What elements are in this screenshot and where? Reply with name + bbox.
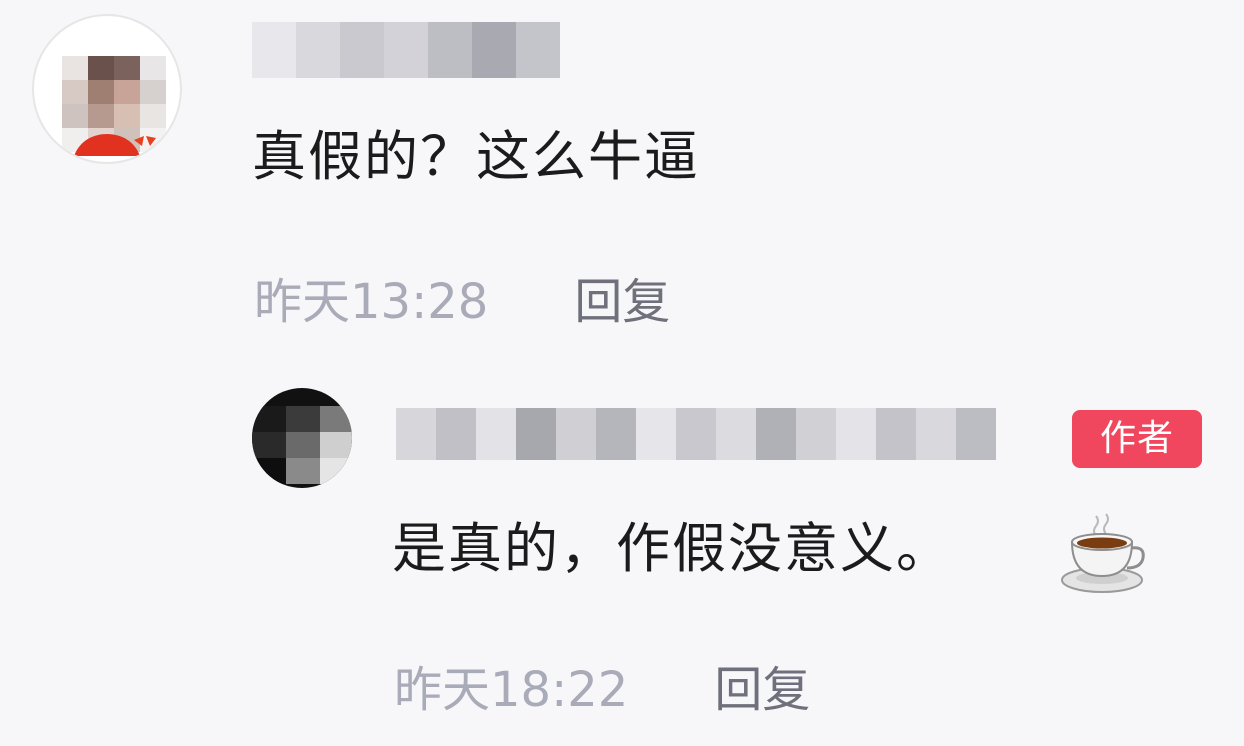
timestamp: 昨天18:22 <box>394 662 629 718</box>
username-pixelated[interactable] <box>396 408 996 460</box>
avatar-pixelation <box>252 406 352 484</box>
author-badge: 作者 <box>1072 410 1202 468</box>
reply-button[interactable]: 回复 <box>574 262 670 332</box>
comment-thread: 真假的？这么牛逼 昨天13:28 回复 作者 是真的，作假没意义。 昨天18:2… <box>0 0 1244 746</box>
avatar[interactable] <box>252 388 352 488</box>
reply-button[interactable]: 回复 <box>714 650 810 720</box>
comment-meta: 昨天18:22 回复 <box>394 650 810 720</box>
comment-text: 是真的，作假没意义。 <box>392 517 952 580</box>
avatar[interactable] <box>32 14 182 164</box>
comment-meta: 昨天13:28 回复 <box>254 262 670 332</box>
timestamp: 昨天13:28 <box>254 274 489 330</box>
comment-text: 真假的？这么牛逼 <box>252 125 700 188</box>
coffee-cup-icon <box>1061 513 1145 593</box>
avatar-figure <box>74 134 156 156</box>
username-pixelated[interactable] <box>252 22 560 78</box>
